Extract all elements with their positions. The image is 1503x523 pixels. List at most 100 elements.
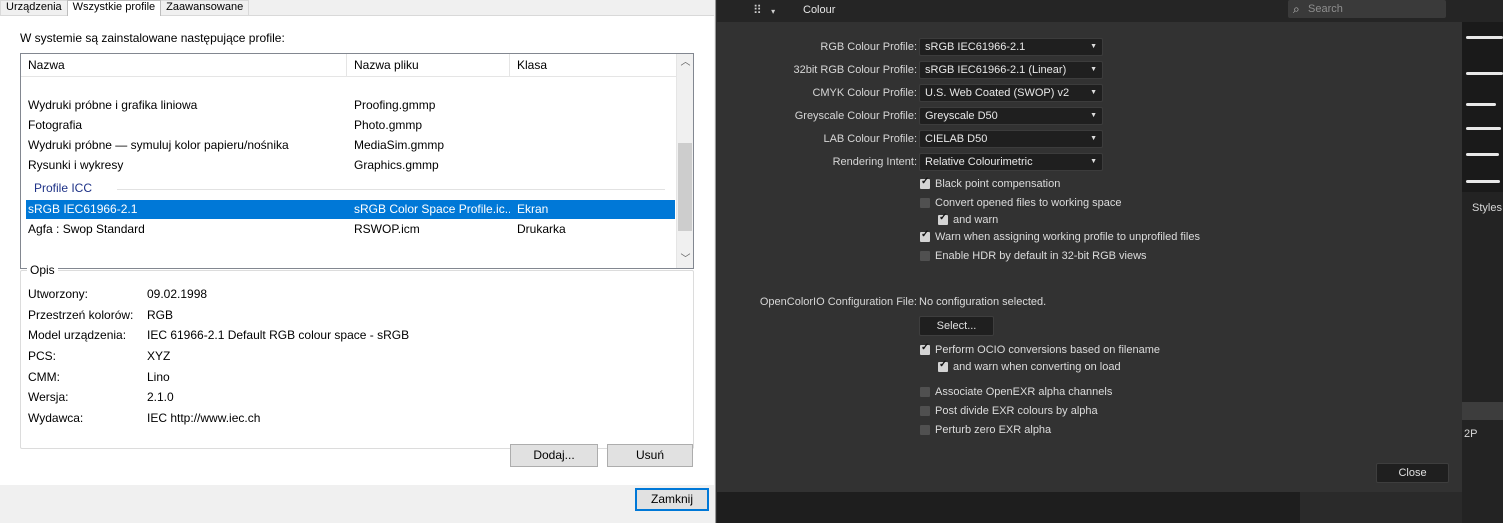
checkbox-unchecked-icon <box>920 251 930 261</box>
close-dialog-button[interactable]: Zamknij <box>635 488 709 511</box>
row-class: Drukarka <box>517 222 566 236</box>
chevron-down-icon: ▼ <box>1090 89 1097 96</box>
tab-all-profiles[interactable]: Wszystkie profile <box>66 0 162 16</box>
tab-advanced[interactable]: Zaawansowane <box>160 0 250 15</box>
scroll-thumb[interactable] <box>678 143 692 231</box>
preferences-topbar: ⠿ ▾ Colour ⌕ Search <box>717 0 1503 22</box>
list-header: Nazwa Nazwa pliku Klasa <box>21 54 676 77</box>
group-divider <box>117 189 665 190</box>
remove-button[interactable]: Usuń <box>607 444 693 467</box>
description-group: Opis Utworzony: 09.02.1998 Przestrzeń kol… <box>20 263 694 449</box>
field-value: RGB <box>147 308 174 322</box>
ocio-config-value: No configuration selected. <box>919 296 1047 308</box>
scroll-down-icon[interactable]: ﹀ <box>677 251 693 268</box>
ocio-select-button[interactable]: Select... <box>919 316 994 336</box>
checkbox-label: and warn <box>953 214 999 226</box>
row-file: sRGB Color Space Profile.ic... <box>354 202 510 216</box>
column-header-file[interactable]: Nazwa pliku <box>347 54 510 77</box>
search-placeholder: Search <box>1308 3 1343 15</box>
row-class: Ekran <box>517 202 549 216</box>
checkbox-label: Perform OCIO conversions based on filena… <box>935 344 1160 356</box>
tab-devices[interactable]: Urządzenia <box>0 0 68 15</box>
select-value: CIELAB D50 <box>925 133 988 145</box>
cmyk-profile-select[interactable]: U.S. Web Coated (SWOP) v2 ▼ <box>919 84 1103 102</box>
list-item[interactable]: Fotografia Photo.gmmp <box>26 116 675 135</box>
sidebar-label-2p: 2P <box>1464 428 1478 440</box>
select-value: Greyscale D50 <box>925 110 998 122</box>
field-value: IEC http://www.iec.ch <box>147 411 261 425</box>
field-key: Utworzony: <box>28 287 89 301</box>
app-bottom-panel <box>1300 492 1462 523</box>
checkbox-label: Perturb zero EXR alpha <box>935 424 1052 436</box>
row-name: Fotografia <box>28 118 83 132</box>
checkbox-label: Enable HDR by default in 32-bit RGB view… <box>935 250 1147 262</box>
field-value: Lino <box>147 370 170 384</box>
list-item[interactable]: Rysunki i wykresy Graphics.gmmp <box>26 156 675 175</box>
field-key: Wersja: <box>28 390 69 404</box>
ocio-config-label: OpenColorIO Configuration File: <box>759 296 917 308</box>
tab-styles[interactable]: Styles <box>1472 202 1502 214</box>
checkbox-checked-icon <box>920 229 930 242</box>
preferences-window: ⠿ ▾ Colour ⌕ Search RGB Colour Profile: … <box>717 0 1503 523</box>
field-key: CMM: <box>28 370 60 384</box>
search-icon: ⌕ <box>1293 2 1300 16</box>
checkbox-label: Convert opened files to working space <box>935 197 1122 209</box>
rendering-intent-select[interactable]: Relative Colourimetric ▼ <box>919 153 1103 171</box>
field-value: 2.1.0 <box>147 390 174 404</box>
checkbox-unchecked-icon <box>920 425 930 435</box>
rgb32-profile-label: 32bit RGB Colour Profile: <box>793 64 918 76</box>
row-name: Agfa : Swop Standard <box>28 222 145 236</box>
brush-stroke <box>1466 180 1500 183</box>
field-key: Przestrzeń kolorów: <box>28 308 134 322</box>
dialog-footer <box>0 485 714 523</box>
lab-profile-label: LAB Colour Profile: <box>823 133 917 145</box>
list-scrollbar[interactable]: ︿ ﹀ <box>676 54 693 268</box>
chevron-down-icon: ▼ <box>1090 135 1097 142</box>
list-item[interactable]: Agfa : Swop Standard RSWOP.icm Drukarka <box>26 220 675 239</box>
checkbox-label: Associate OpenEXR alpha channels <box>935 386 1113 398</box>
rgb-profile-select[interactable]: sRGB IEC61966-2.1 ▼ <box>919 38 1103 56</box>
add-button[interactable]: Dodaj... <box>510 444 598 467</box>
rendering-intent-label: Rendering Intent: <box>832 156 917 168</box>
checkbox-unchecked-icon <box>920 406 930 416</box>
field-value: IEC 61966-2.1 Default RGB colour space -… <box>147 328 410 342</box>
brush-preview <box>1462 22 1503 192</box>
search-input[interactable]: ⌕ Search <box>1288 0 1446 18</box>
cmyk-profile-label: CMYK Colour Profile: <box>812 87 917 99</box>
list-item-selected[interactable]: sRGB IEC61966-2.1 sRGB Color Space Profi… <box>26 200 675 219</box>
select-value: sRGB IEC61966-2.1 (Linear) <box>925 64 1067 76</box>
lab-profile-select[interactable]: CIELAB D50 ▼ <box>919 130 1103 148</box>
row-file: MediaSim.gmmp <box>354 138 445 152</box>
scroll-up-icon[interactable]: ︿ <box>677 54 693 71</box>
column-header-name[interactable]: Nazwa <box>21 54 347 77</box>
list-item[interactable]: Wydruki próbne — symuluj kolor papieru/n… <box>26 136 675 155</box>
checkbox-checked-icon <box>938 212 948 225</box>
row-file: Photo.gmmp <box>354 118 423 132</box>
rgb32-profile-select[interactable]: sRGB IEC61966-2.1 (Linear) ▼ <box>919 61 1103 79</box>
all-profiles-panel: W systemie są zainstalowane następujące … <box>0 15 714 523</box>
checkbox-unchecked-icon <box>920 198 930 208</box>
row-file: RSWOP.icm <box>354 222 420 236</box>
close-preferences-button[interactable]: Close <box>1376 463 1449 483</box>
greyscale-profile-label: Greyscale Colour Profile: <box>794 110 917 122</box>
field-key: Wydawca: <box>28 411 84 425</box>
grid-menu-button[interactable]: ⠿ ▾ <box>749 1 785 21</box>
grid-icon: ⠿ <box>753 3 762 17</box>
profiles-list[interactable]: Nazwa Nazwa pliku Klasa Wydruki próbne i… <box>20 53 694 269</box>
greyscale-profile-select[interactable]: Greyscale D50 ▼ <box>919 107 1103 125</box>
chevron-down-icon: ▼ <box>1090 112 1097 119</box>
checkbox-label: Post divide EXR colours by alpha <box>935 405 1098 417</box>
field-value: 09.02.1998 <box>147 287 208 301</box>
color-management-dialog: Urządzenia Wszystkie profile Zaawansowan… <box>0 0 716 523</box>
description-legend: Opis <box>27 263 58 277</box>
field-key: PCS: <box>28 349 57 363</box>
brush-stroke <box>1466 103 1496 106</box>
list-item[interactable]: Wydruki próbne i grafika liniowa Proofin… <box>26 96 675 115</box>
chevron-down-icon: ▾ <box>771 7 776 16</box>
select-value: sRGB IEC61966-2.1 <box>925 41 1026 53</box>
chevron-down-icon: ▼ <box>1090 158 1097 165</box>
checkbox-label: Black point compensation <box>935 178 1061 190</box>
row-name: Wydruki próbne i grafika liniowa <box>28 98 198 112</box>
row-name: Wydruki próbne — symuluj kolor papieru/n… <box>28 138 289 152</box>
column-header-class[interactable]: Klasa <box>510 54 676 77</box>
